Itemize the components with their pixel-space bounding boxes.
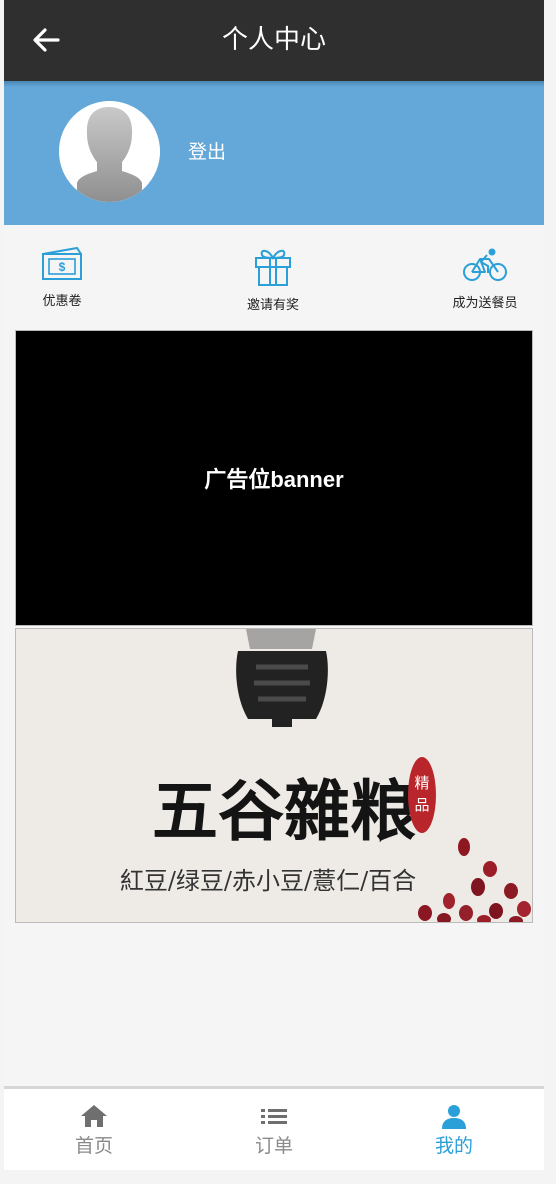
courier-action[interactable]: 成为送餐员: [425, 245, 545, 313]
tab-home-label: 首页: [74, 1135, 113, 1157]
bottom-tab-bar: 首页 订单 我的: [4, 1086, 544, 1170]
coupon-action[interactable]: $ 优惠卷: [2, 245, 122, 311]
profile-header: 登出: [4, 81, 544, 225]
grains-promo-image: 五谷雜粮 精 品 紅豆/绿豆/赤小豆/薏仁/百合: [16, 629, 532, 922]
svg-text:精: 精: [414, 774, 429, 792]
courier-label: 成为送餐员: [452, 296, 518, 311]
svg-text:$: $: [59, 260, 66, 274]
invite-label: 邀请有奖: [246, 298, 299, 313]
bicycle-icon: [463, 248, 507, 281]
money-bill-icon: $: [42, 246, 82, 280]
avatar[interactable]: [59, 101, 160, 202]
top-nav-bar: 个人中心: [4, 0, 544, 81]
promo-title: 五谷雜粮: [152, 772, 416, 850]
coupon-label: 优惠卷: [42, 294, 82, 309]
logout-button[interactable]: 登出: [188, 139, 226, 165]
promo-subtitle: 紅豆/绿豆/赤小豆/薏仁/百合: [120, 867, 416, 895]
tab-orders-label: 订单: [254, 1135, 293, 1157]
svg-text:品: 品: [414, 796, 429, 814]
tab-home[interactable]: 首页: [34, 1103, 154, 1159]
banner-text: 广告位banner: [204, 467, 344, 492]
promo-banner[interactable]: 五谷雜粮 精 品 紅豆/绿豆/赤小豆/薏仁/百合: [15, 628, 533, 923]
default-avatar-icon: [59, 101, 160, 202]
tab-mine[interactable]: 我的: [394, 1103, 514, 1159]
tab-orders[interactable]: 订单: [214, 1103, 334, 1159]
home-icon: [81, 1105, 107, 1127]
quick-actions: $ 优惠卷 邀请有奖 成为送餐员: [4, 225, 544, 328]
tab-mine-label: 我的: [434, 1135, 473, 1157]
app-frame: 个人中心 登出 $ 优惠卷 邀请有奖 成为送餐员 广告位banner 五谷雜粮 …: [4, 0, 544, 1170]
gift-icon: [255, 249, 291, 286]
invite-action[interactable]: 邀请有奖: [213, 245, 333, 315]
user-icon: [442, 1105, 466, 1129]
list-icon: [261, 1109, 287, 1124]
ad-banner[interactable]: 广告位banner: [15, 330, 533, 626]
page-title: 个人中心: [221, 25, 326, 55]
